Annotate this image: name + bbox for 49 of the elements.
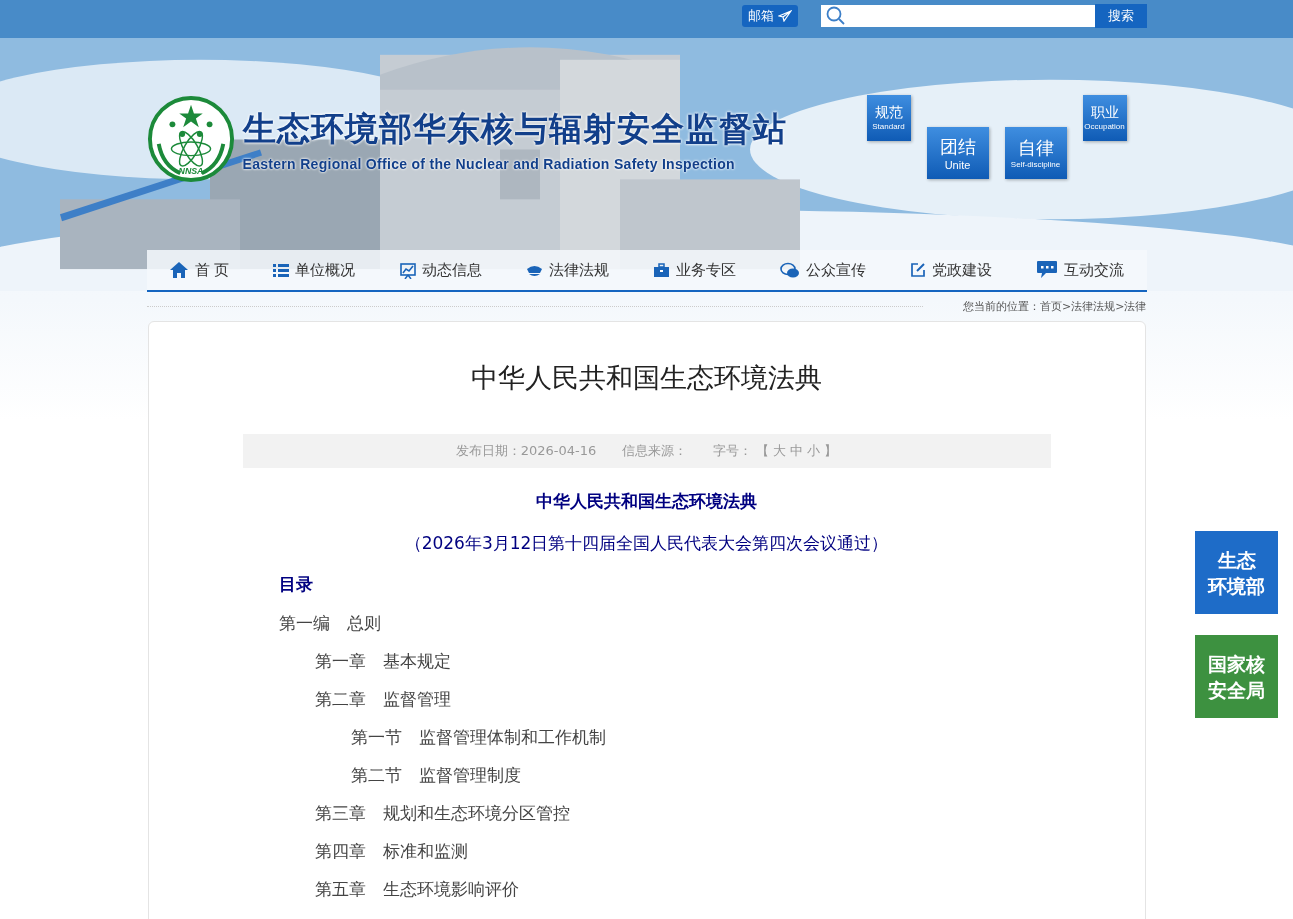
mail-button[interactable]: 邮箱 — [741, 5, 798, 27]
toc-entry: 第一节 监督管理体制和工作机制 — [350, 727, 606, 747]
nav-link[interactable]: 法律法规 — [525, 260, 609, 280]
edit-icon — [910, 262, 927, 278]
toc-title: 目录 — [278, 573, 314, 596]
home-icon — [168, 261, 189, 279]
nav-link[interactable]: 公众宣传 — [780, 260, 867, 280]
briefcase-icon — [652, 262, 670, 278]
motto-english: Standard — [872, 122, 905, 131]
speech-bubble-icon — [1036, 260, 1059, 280]
site-subtitle: Eastern Regional Office of the Nuclear and Radiation Safety Inspection — [242, 155, 736, 172]
list-icon — [273, 262, 290, 278]
toc-entry: 第一章 基本规定 — [314, 651, 451, 671]
nav-link[interactable]: 业务专区 — [652, 260, 736, 280]
motto-english: Unite — [944, 158, 971, 171]
toc-entry: 第一编 总则 — [278, 613, 381, 633]
toc-entry: 第二章 监督管理 — [314, 689, 451, 709]
toc-entry: 第五章 生态环境影响评价 — [314, 879, 519, 899]
motto-text: 自律 — [1017, 136, 1054, 160]
motto-text: 规范 — [874, 104, 903, 122]
side-link[interactable]: 生态 环境部 — [1195, 531, 1278, 614]
nav-link[interactable]: 首 页 — [168, 260, 230, 280]
toc-entry: 第四章 标准和监测 — [314, 841, 468, 861]
nav-link[interactable]: 单位概况 — [273, 260, 356, 280]
nav-link[interactable]: 动态信息 — [399, 260, 482, 280]
breadcrumb: 您当前的位置：首页>法律法规>法律 — [963, 298, 1147, 314]
toc-entry: 第二节 监督管理制度 — [350, 765, 521, 785]
publish-date: 发布日期：2026-04-16 — [455, 442, 597, 460]
bracket: 】 — [824, 442, 838, 460]
motto-english: Self-discipline — [1010, 160, 1061, 169]
toc-entry: 第三章 规划和生态环境分区管控 — [314, 803, 570, 823]
motto-english: Occupation — [1084, 122, 1125, 131]
law-heading: 中华人民共和国生态环境法典 — [535, 490, 758, 513]
side-link[interactable]: 国家核 安全局 — [1195, 635, 1278, 718]
nav-link[interactable]: 党政建设 — [910, 260, 993, 280]
nav-link[interactable]: 互动交流 — [1036, 260, 1125, 280]
motto-text: 团结 — [939, 134, 976, 159]
paper-plane-icon — [777, 10, 792, 22]
bracket: 【 — [756, 442, 770, 460]
site-title: 生态环境部华东核与辐射安全监督站 — [242, 107, 787, 150]
chat-bubbles-icon — [780, 261, 801, 279]
search-icon — [824, 6, 847, 26]
font-size-label: 字号： — [713, 442, 753, 460]
info-source: 信息来源： — [622, 442, 688, 460]
search-button[interactable]: 搜索 — [1094, 4, 1147, 28]
article-title: 中华人民共和国生态环境法典 — [470, 361, 823, 395]
chart-board-icon — [399, 261, 416, 279]
motto-text: 职业 — [1090, 104, 1119, 122]
adoption-note: （2026年3月12日第十四届全国人民代表大会第四次会议通过） — [403, 532, 890, 555]
